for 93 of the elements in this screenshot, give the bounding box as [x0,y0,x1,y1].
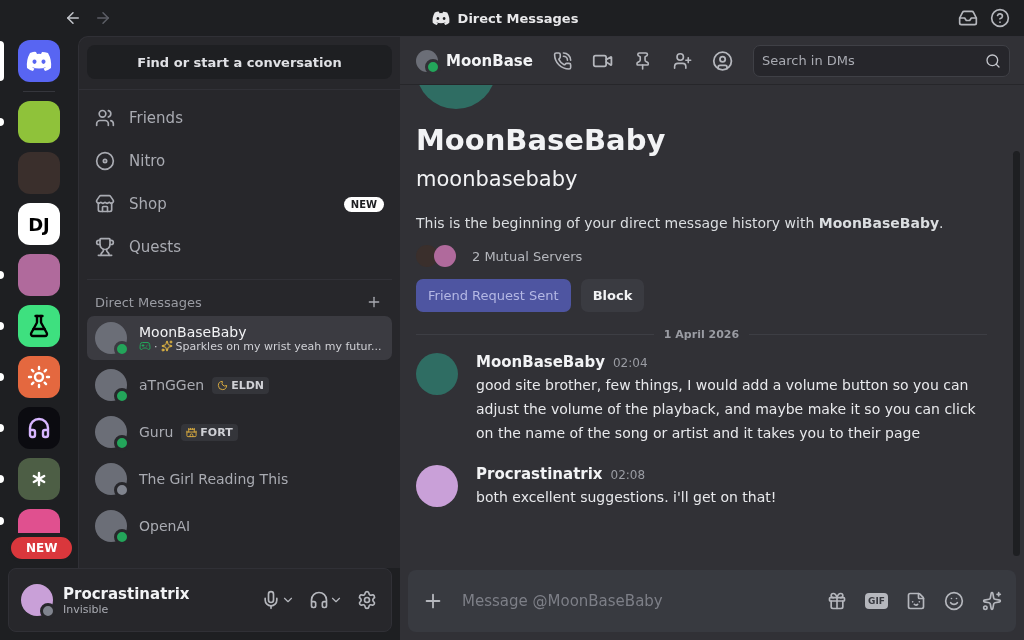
nav-item[interactable]: Nitro [87,141,392,181]
avatar [95,463,127,495]
flask-icon [27,314,51,338]
profile-username: moonbasebaby [416,167,579,191]
avatar [416,353,458,395]
dm-item[interactable]: The Girl Reading This [87,457,392,501]
message-time: 02:08 [610,468,646,482]
intro-text: This is the beginning of your direct message history with MoonBaseBaby. [416,215,945,231]
message-text: both excellent suggestions. i'll get on that! [476,488,777,507]
nav-label: Shop [129,195,168,213]
server-icon[interactable] [18,356,60,398]
message-text: good site brother, few things, I would add a volume button so you can adjust the volume of the playback, and maybe make it so you can click on the name of the song or artist and it takes you to their page [476,376,977,443]
server-icon[interactable] [18,458,60,500]
dm-name: The Girl Reading This [139,471,289,487]
dm-item[interactable]: aTnGGen ELDN [87,363,392,407]
nav-item[interactable]: Friends [87,98,392,138]
server-avatar [434,245,456,267]
gift-icon[interactable] [827,591,848,611]
username: Procrastinatrix [63,584,191,603]
avatar [95,369,127,401]
find-conversation-button[interactable]: Find or start a conversation [87,45,392,79]
avatar [416,465,458,507]
quests-icon [95,237,115,257]
guild-tag: ELDN [212,376,270,394]
dm-item[interactable]: MoonBaseBaby · Sparkles on my wrist yeah my futur... [87,316,392,360]
date-divider: 1 April 2026 [663,328,740,341]
user-status: Invisible [63,602,110,616]
inbox-icon [958,8,978,28]
server-icon[interactable] [18,407,60,449]
server-photo-placeholder[interactable] [18,509,60,533]
friends-icon [95,108,115,128]
phone-icon[interactable] [552,50,573,71]
nav-item[interactable]: Shop NEW [87,184,392,224]
activity-status: Sparkles on my wrist yeah my futur... [175,339,382,353]
mic-icon [261,590,281,610]
gif-button[interactable]: GIF [865,593,888,609]
block-button[interactable]: Block [580,279,645,312]
message-author: Procrastinatrix [476,465,603,483]
message-author: MoonBaseBaby [476,353,605,371]
server-icon[interactable] [18,305,60,347]
help-button[interactable] [988,6,1012,30]
gamepad-icon [139,340,151,352]
headphones-icon [27,416,51,440]
message-time: 02:04 [612,356,648,370]
nav-label: Nitro [129,152,167,170]
profile-name: MoonBaseBaby [416,123,667,157]
dm-name: MoonBaseBaby [139,323,247,340]
logo-icon [26,51,52,71]
avatar [95,416,127,448]
apps-icon[interactable] [982,591,1002,611]
avatar [21,584,53,616]
server-avatar [416,245,438,267]
sticker-icon[interactable] [906,591,926,611]
search-icon [985,52,1001,69]
message-composer[interactable]: Message @MoonBaseBaby GIF [408,570,1016,632]
moon-icon [217,379,229,391]
help-icon [990,8,1010,28]
add-icon[interactable] [366,294,382,310]
section-heading: Direct Messages [95,294,202,310]
nav-label: Friends [129,109,184,127]
logo-icon [431,11,450,25]
window-title: Direct Messages [457,10,579,26]
server-photo-placeholder[interactable] [18,101,60,143]
nitro-icon [95,151,115,171]
dm-name: OpenAI [139,518,191,534]
forward-arrow-icon [94,9,112,27]
emoji-icon[interactable] [944,591,964,611]
profile-icon[interactable] [711,49,734,72]
settings-icon [357,590,377,610]
add-user-icon[interactable] [672,50,692,71]
dm-item[interactable]: Guru FORT [87,410,392,454]
avatar [95,322,127,354]
nav-item[interactable]: Quests [87,227,392,267]
chat-title: MoonBase [446,51,533,70]
mutual-servers-link[interactable]: 2 Mutual Servers [472,248,583,264]
headphones-icon [309,590,329,610]
new-badge: NEW [343,196,384,212]
search-input[interactable]: Search in DMs [762,45,985,76]
tower-icon [186,426,198,438]
separator: · [154,339,158,353]
server-icon[interactable] [18,40,60,82]
message-field[interactable]: Message @MoonBaseBaby [462,581,810,621]
sparkles-icon [160,340,173,352]
dm-name: aTnGGen [139,377,205,393]
shop-icon [95,194,115,214]
dm-name: Guru [139,424,174,440]
nav-label: Quests [129,238,183,256]
guild-tag: FORT [181,423,238,441]
dm-item[interactable]: OpenAI [87,504,392,548]
friend-request-button[interactable]: Friend Request Sent [416,279,571,312]
server-photo-placeholder[interactable] [18,254,60,296]
server-logo[interactable]: DJ [18,203,60,245]
search-field[interactable]: Search in DMs [753,44,1010,77]
